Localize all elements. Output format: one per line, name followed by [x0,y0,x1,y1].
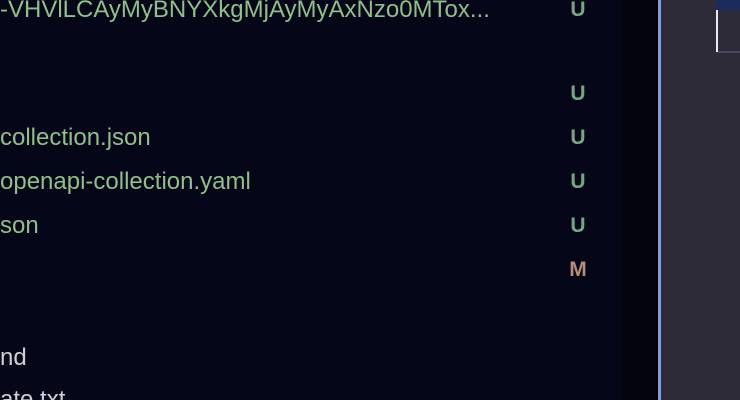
vscode-window: -VHVlLCAyMyBNYXkgMjAyMyAxNzo0MTox... U U… [0,0,740,400]
file-name[interactable]: openapi-collection.yaml [0,162,251,202]
file-row[interactable]: U [0,74,622,114]
git-status-untracked-badge: U [570,170,586,193]
file-row[interactable]: son U [0,206,622,246]
file-name[interactable]: son [0,206,39,246]
file-row[interactable]: -VHVlLCAyMyBNYXkgMjAyMyAxNzo0MTox... U [0,0,622,30]
git-status-untracked-badge: U [570,82,586,105]
file-name[interactable]: -VHVlLCAyMyBNYXkgMjAyMyAxNzo0MTox... [0,0,490,30]
editor-tab-underline [718,51,740,53]
file-name[interactable]: ate.txt [0,380,65,400]
file-row[interactable]: M [0,250,622,290]
explorer-file-list: -VHVlLCAyMyBNYXkgMjAyMyAxNzo0MTox... U U… [0,0,622,400]
text-cursor [716,10,718,52]
file-name[interactable]: nd [0,338,27,378]
file-row[interactable]: openapi-collection.yaml U [0,162,622,202]
git-status-modified-badge: M [569,258,587,281]
file-row[interactable]: nd [0,338,622,378]
editor-active-tab[interactable] [716,0,740,10]
file-row[interactable]: collection.json U [0,118,622,158]
explorer-scrollbar-track[interactable] [622,0,658,400]
file-row[interactable]: ate.txt [0,380,622,400]
file-name[interactable]: collection.json [0,118,151,158]
git-status-untracked-badge: U [570,126,586,149]
git-status-untracked-badge: U [570,0,586,21]
editor-area[interactable] [661,0,740,400]
git-status-untracked-badge: U [570,214,586,237]
